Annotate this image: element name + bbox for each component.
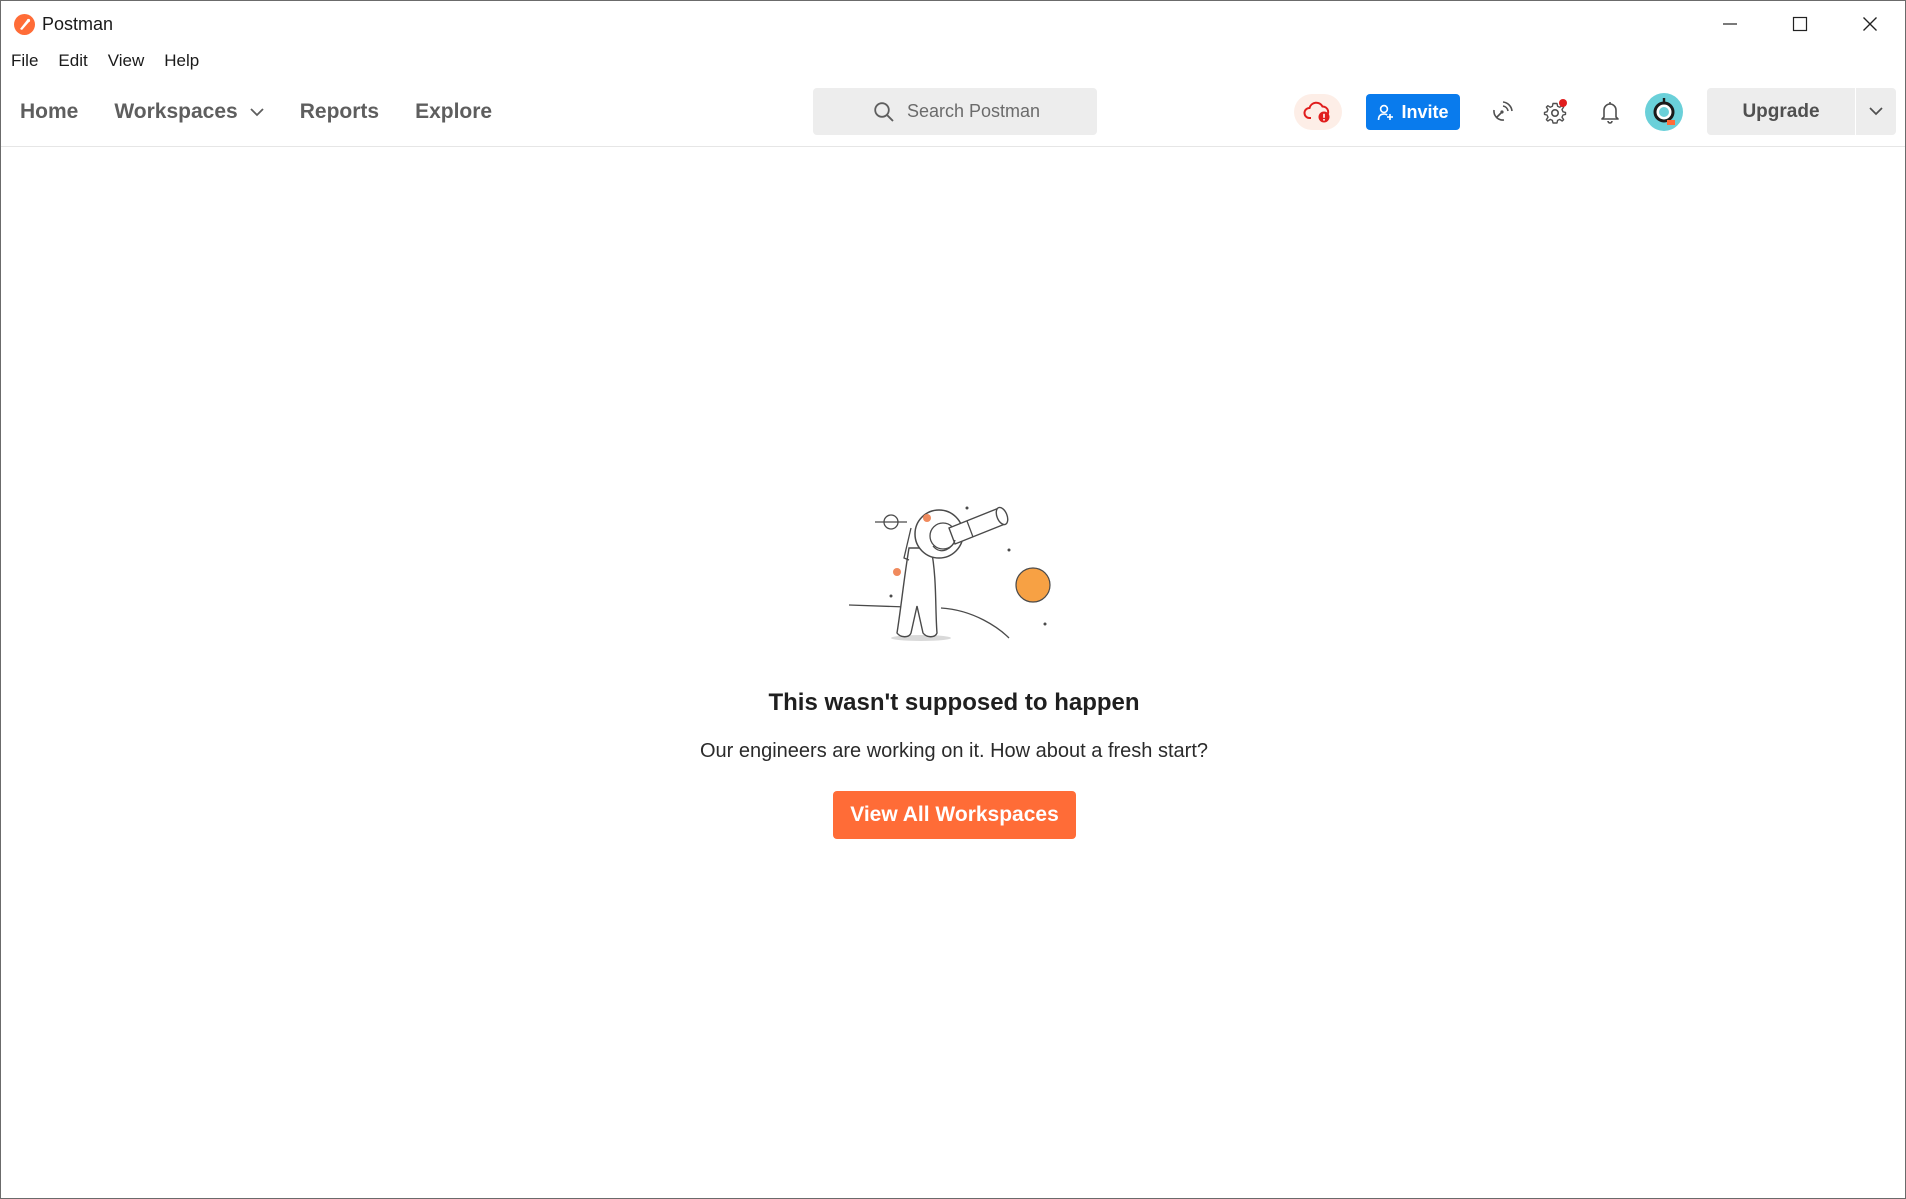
chevron-down-icon xyxy=(1869,107,1883,116)
cloud-sync-error-icon xyxy=(1303,101,1330,123)
invite-label: Invite xyxy=(1401,101,1449,122)
menu-edit[interactable]: Edit xyxy=(48,47,97,77)
astronaut-telescope-illustration xyxy=(849,506,1051,641)
satellite-icon xyxy=(1493,101,1513,121)
menu-help[interactable]: Help xyxy=(154,47,209,77)
error-title: This wasn't supposed to happen xyxy=(768,689,1140,716)
minimize-icon xyxy=(1723,23,1737,25)
capture-requests-button[interactable] xyxy=(1484,94,1520,130)
window-title: Postman xyxy=(42,14,114,34)
main-content: This wasn't supposed to happen Our engin… xyxy=(1,148,1905,1199)
title-bar: Postman xyxy=(1,1,1905,47)
bell-icon xyxy=(1601,102,1619,124)
app-window: Postman File Edit View Help Home Workspa… xyxy=(0,0,1906,1199)
astronaut-avatar-icon xyxy=(1653,98,1675,125)
view-all-workspaces-button[interactable]: View All Workspaces xyxy=(833,791,1076,839)
menu-view[interactable]: View xyxy=(98,47,155,77)
settings-gear-icon xyxy=(1543,99,1567,124)
search-icon xyxy=(874,101,894,122)
notifications-button[interactable] xyxy=(1592,94,1628,130)
add-user-icon xyxy=(1378,104,1394,120)
close-button[interactable] xyxy=(1835,1,1905,47)
nav-explore[interactable]: Explore xyxy=(397,77,510,147)
chevron-down-icon xyxy=(250,107,264,116)
postman-logo-icon xyxy=(14,14,35,35)
app-header: Home Workspaces Reports Explore Search P… xyxy=(1,77,1905,147)
nav-workspaces[interactable]: Workspaces xyxy=(96,77,281,147)
maximize-icon xyxy=(1792,16,1808,32)
minimize-button[interactable] xyxy=(1695,1,1765,47)
close-icon xyxy=(1863,17,1877,31)
search-bar[interactable] xyxy=(813,88,1097,135)
menu-file[interactable]: File xyxy=(1,47,48,77)
nav-home[interactable]: Home xyxy=(1,77,96,147)
upgrade-button[interactable]: Upgrade xyxy=(1707,88,1855,135)
invite-button[interactable]: Invite xyxy=(1366,94,1460,130)
user-avatar[interactable] xyxy=(1645,93,1683,131)
search-input[interactable] xyxy=(907,101,1097,122)
menu-bar: File Edit View Help xyxy=(1,47,209,77)
settings-button[interactable] xyxy=(1538,94,1574,130)
maximize-button[interactable] xyxy=(1765,1,1835,47)
error-message: Our engineers are working on it. How abo… xyxy=(699,740,1209,762)
nav-workspaces-label: Workspaces xyxy=(114,100,238,123)
cloud-sync-status-button[interactable] xyxy=(1294,94,1342,130)
upgrade-dropdown-button[interactable] xyxy=(1856,88,1896,135)
nav-reports[interactable]: Reports xyxy=(282,77,397,147)
main-nav: Home Workspaces Reports Explore xyxy=(1,77,510,147)
